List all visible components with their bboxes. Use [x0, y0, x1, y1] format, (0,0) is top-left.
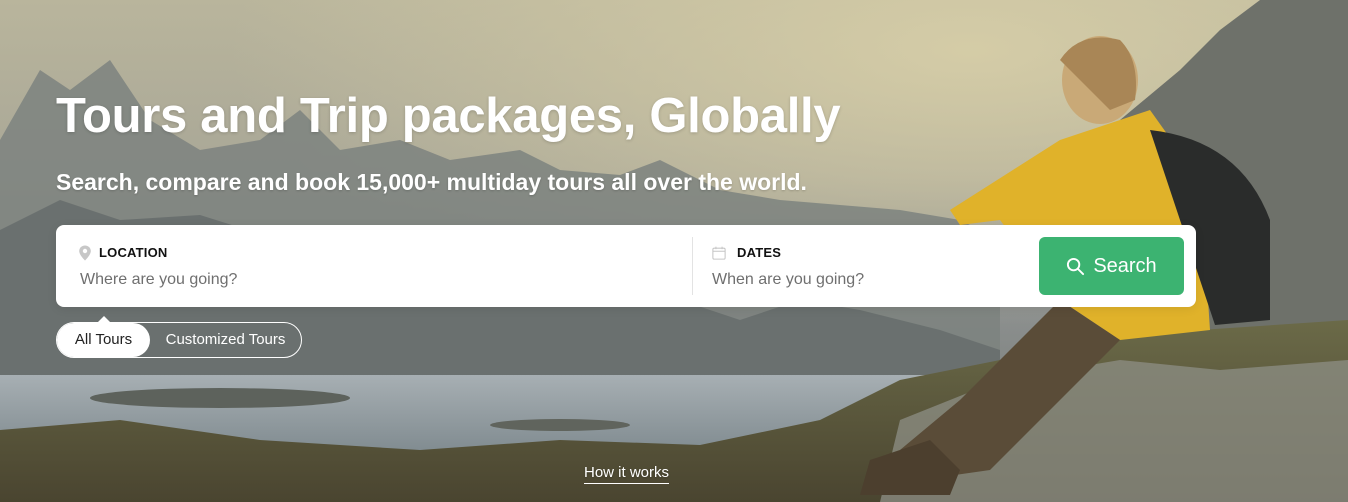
search-button[interactable]: Search: [1039, 237, 1184, 295]
tab-customized-tours[interactable]: Customized Tours: [150, 323, 301, 357]
dates-input[interactable]: [712, 269, 1002, 291]
dates-field[interactable]: DATES: [693, 225, 1023, 307]
map-pin-icon: [79, 245, 91, 261]
dates-label: DATES: [737, 245, 782, 260]
search-button-label: Search: [1093, 254, 1157, 277]
search-box: LOCATION DATES Search: [56, 225, 1196, 307]
selected-caret: [97, 316, 111, 323]
location-input[interactable]: [80, 269, 670, 291]
hero-section: Tours and Trip packages, Globally Search…: [0, 0, 1348, 502]
hero-title: Tours and Trip packages, Globally: [56, 89, 841, 143]
how-it-works-link[interactable]: How it works: [584, 464, 670, 484]
tab-all-tours-label: All Tours: [74, 331, 133, 348]
tour-type-toggle: All Tours Customized Tours: [56, 316, 302, 358]
search-icon: [1067, 257, 1085, 275]
location-label: LOCATION: [99, 245, 168, 260]
location-field[interactable]: LOCATION: [56, 225, 692, 307]
tab-all-tours[interactable]: All Tours: [57, 316, 150, 357]
calendar-icon: [712, 246, 726, 260]
tab-customized-tours-label: Customized Tours: [165, 331, 286, 348]
hero-subtitle: Search, compare and book 15,000+ multida…: [56, 169, 807, 195]
